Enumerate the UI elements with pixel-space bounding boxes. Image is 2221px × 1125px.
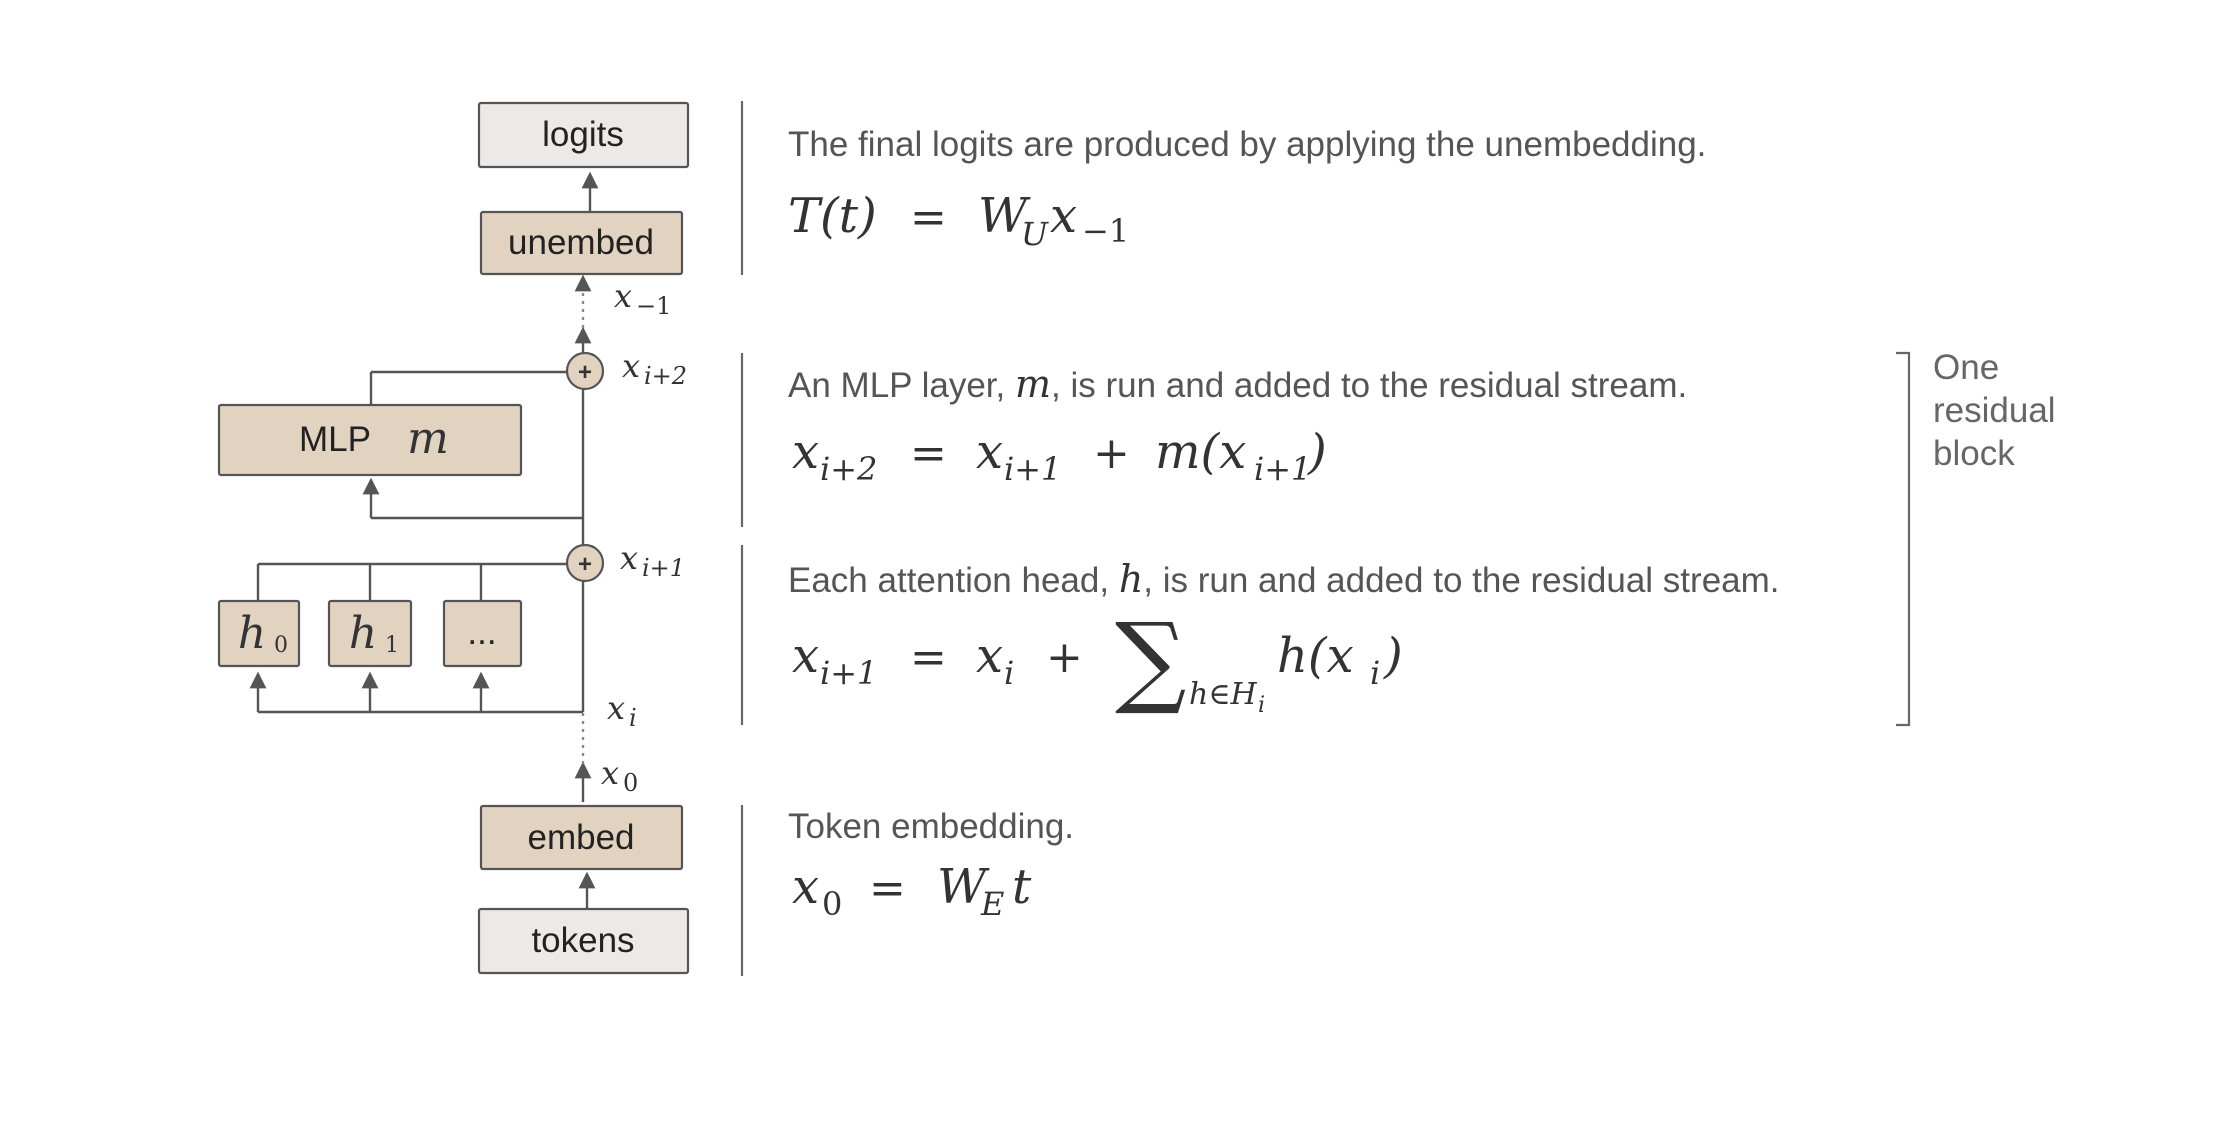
text-symbol: m	[1015, 362, 1051, 406]
head-index: 0	[274, 633, 288, 658]
mlp-node: MLP m	[217, 403, 523, 477]
stream-label-x-i: x i	[607, 689, 637, 732]
stream-label-x-last: x −1	[614, 277, 671, 320]
text-part: An MLP layer,	[788, 366, 1015, 405]
plus-icon: +	[578, 359, 592, 386]
tokens-label: tokens	[531, 921, 634, 960]
eq-head-term: h(x	[1277, 628, 1354, 684]
label-sub: i+2	[644, 362, 687, 390]
eq-x: x	[1050, 188, 1077, 244]
eq-mlp-sub: i+1	[1254, 450, 1311, 488]
residual-block-bracket: One residual block	[1896, 348, 2056, 727]
eq-term-sub: i+1	[1004, 450, 1061, 488]
label-base: x	[620, 539, 638, 577]
equation-embed: x 0 = W E t	[792, 859, 1032, 923]
embed-node: embed	[479, 804, 684, 871]
mlp-symbol: m	[407, 413, 449, 464]
label-sub: i+1	[642, 554, 685, 582]
eq-w-sub: E	[980, 885, 1004, 923]
eq-w-sub: U	[1021, 215, 1049, 253]
eq-equals: =	[910, 192, 947, 243]
eq-lhs: x	[792, 859, 819, 915]
eq-lhs: x	[792, 424, 819, 480]
eq-head-sub: i	[1370, 654, 1380, 692]
eq-t: t	[1012, 859, 1032, 915]
eq-term-sub: i	[1004, 654, 1014, 692]
logits-node: logits	[477, 101, 690, 169]
block-label-line2: residual	[1933, 391, 2056, 430]
stream-label-x-0: x 0	[601, 754, 638, 797]
section-mlp: An MLP layer, m, is run and added to the…	[788, 362, 1687, 488]
eq-plus: +	[1093, 428, 1130, 479]
logits-label: logits	[542, 115, 624, 154]
stream-label-x-i-plus-2: x i+2	[622, 347, 687, 390]
eq-sum-icon: ∑	[1115, 601, 1186, 718]
section-embed: Token embedding. x 0 = W E t	[788, 807, 1074, 923]
text-symbol: h	[1119, 557, 1143, 601]
section-text: The final logits are produced by applyin…	[788, 125, 1706, 164]
equation-unembed: T(t) = W U x −1	[788, 188, 1129, 253]
add-node-i-plus-1: +	[565, 543, 605, 583]
label-base: x	[601, 754, 619, 792]
eq-term: x	[976, 628, 1003, 684]
tokens-node: tokens	[477, 907, 690, 975]
label-sub: 0	[623, 769, 638, 797]
residual-stream-wires	[249, 171, 599, 909]
bracket-line	[1896, 351, 1911, 727]
eq-equals: =	[910, 428, 947, 479]
eq-mlp-term: m(x	[1155, 424, 1246, 480]
eq-sum-sub-sub: i	[1258, 693, 1265, 718]
stream-label-x-i-plus-1: x i+1	[620, 539, 685, 582]
attention-head-0: h 0	[217, 599, 301, 668]
eq-lhs: T(t)	[788, 188, 877, 244]
section-text: Token embedding.	[788, 807, 1074, 846]
block-label-line3: block	[1933, 434, 2015, 473]
text-part: , is run and added to the residual strea…	[1051, 366, 1687, 405]
text-part: , is run and added to the residual strea…	[1143, 561, 1779, 600]
eq-plus: +	[1046, 632, 1083, 683]
label-base: x	[607, 689, 625, 727]
add-node-i-plus-2: +	[565, 351, 605, 391]
head-ellipsis: ...	[467, 613, 496, 652]
attention-head-more: ...	[442, 599, 523, 668]
head-index: 1	[385, 633, 399, 658]
mlp-label: MLP	[299, 420, 371, 459]
block-label-line1: One	[1933, 348, 1999, 387]
eq-lhs-sub: i+1	[820, 654, 877, 692]
eq-lhs: x	[792, 628, 819, 684]
text-part: Each attention head,	[788, 561, 1119, 600]
embed-label: embed	[527, 818, 634, 857]
section-unembed: The final logits are produced by applyin…	[788, 125, 1706, 253]
eq-term: x	[976, 424, 1003, 480]
eq-lhs-sub: 0	[822, 885, 842, 923]
head-symbol: h	[238, 608, 266, 659]
head-symbol: h	[349, 608, 377, 659]
eq-sum-sub: h∈H	[1189, 677, 1258, 712]
eq-lhs-sub: i+2	[820, 450, 877, 488]
attention-head-1: h 1	[327, 599, 413, 668]
unembed-label: unembed	[508, 223, 654, 262]
label-sub: i	[629, 704, 637, 732]
eq-close: )	[1307, 424, 1327, 480]
plus-icon: +	[578, 551, 592, 578]
transformer-diagram: logits unembed + MLP m + h 0 h 1 ... emb…	[217, 101, 2056, 976]
eq-equals: =	[869, 863, 906, 914]
section-attention: Each attention head, h, is run and added…	[788, 557, 1780, 718]
label-base: x	[622, 347, 640, 385]
section-text: An MLP layer, m, is run and added to the…	[788, 362, 1687, 406]
label-sub: −1	[636, 292, 671, 320]
label-base: x	[614, 277, 632, 315]
equation-mlp: x i+2 = x i+1 + m(x i+1 )	[792, 424, 1327, 488]
eq-close: )	[1383, 628, 1403, 684]
equation-attention: x i+1 = x i + ∑ h∈H i h(x i )	[792, 601, 1403, 718]
unembed-node: unembed	[479, 210, 684, 276]
eq-equals: =	[910, 632, 947, 683]
eq-x-sub: −1	[1082, 212, 1129, 250]
section-text: Each attention head, h, is run and added…	[788, 557, 1780, 601]
